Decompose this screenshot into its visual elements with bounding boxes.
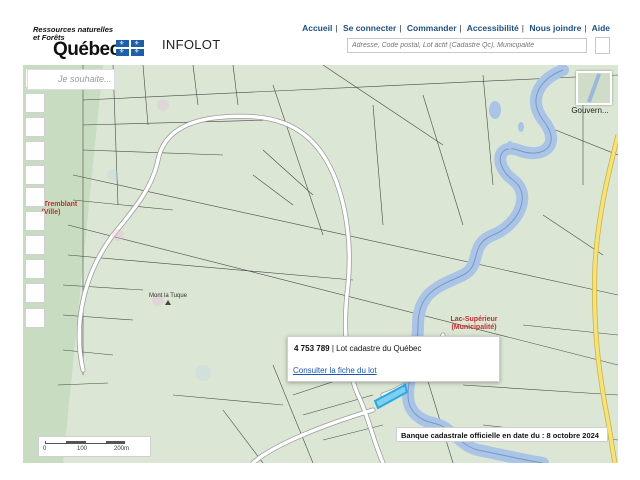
tool-button-7[interactable]: [25, 211, 45, 231]
search-input[interactable]: [347, 38, 587, 53]
tool-button-9[interactable]: [25, 259, 45, 279]
scale-tick-0: 0: [43, 446, 47, 452]
river-outline: [407, 69, 564, 463]
top-navigation: Accueil | Se connecter | Commander | Access…: [302, 23, 610, 33]
map-canvas[interactable]: Mont-Tremblant (Ville) Lac-Supérieur (Muni…: [23, 65, 618, 463]
basemap-label: Gouvern...: [571, 106, 609, 115]
search-button[interactable]: [595, 37, 610, 54]
quebec-logo[interactable]: Ressources naturelles et Forêts Québec ⚜ ⚜…: [33, 26, 145, 60]
nav-nous-joindre[interactable]: Nous joindre: [529, 23, 581, 33]
lot-description: | Lot cadastre du Québec: [329, 344, 422, 353]
decorative-blossoms: [107, 99, 211, 381]
pond: [518, 122, 524, 132]
lot-popup: 4 753 789 | Lot cadastre du Québec Consu…: [287, 336, 500, 382]
scale-graphic: [45, 441, 125, 444]
nav-aide[interactable]: Aide: [592, 23, 610, 33]
nav-accueil[interactable]: Accueil: [302, 23, 332, 33]
pond: [489, 101, 501, 119]
scale-bar: 0 100 200m: [38, 436, 151, 457]
tool-button-3[interactable]: [25, 117, 45, 137]
parcel-lines: [57, 65, 618, 463]
tool-button-5[interactable]: [25, 165, 45, 185]
wish-search-field[interactable]: Je souhaite...: [27, 69, 115, 90]
fleurdelise-flag-icon: ⚜ ⚜ ⚜ ⚜: [116, 40, 144, 56]
lot-number: 4 753 789: [294, 344, 330, 353]
nav-accessibilite[interactable]: Accessibilité: [467, 23, 519, 33]
highway: [592, 134, 618, 463]
pond: [507, 141, 513, 149]
app-title: INFOLOT: [162, 37, 221, 52]
basemap-thumbnail: [576, 71, 612, 105]
lot-sheet-link[interactable]: Consulter la fiche du lot: [293, 366, 377, 375]
tool-button-6[interactable]: [25, 187, 45, 207]
basemap-switcher[interactable]: Gouvern...: [571, 71, 612, 115]
brand-name: Québec: [53, 39, 120, 60]
lake-label-lac-superieur: Lac-Supérieur (Municipalité): [450, 316, 498, 331]
tool-button-2[interactable]: [25, 93, 45, 113]
nav-se-connecter[interactable]: Se connecter: [343, 23, 396, 33]
cadastre-date-banner: Banque cadastrale officielle en date du …: [396, 427, 608, 442]
tool-button-11[interactable]: [25, 308, 45, 328]
tool-button-10[interactable]: [25, 283, 45, 303]
river: [401, 65, 569, 463]
map-graphics: [23, 65, 618, 463]
nav-commander[interactable]: Commander: [407, 23, 457, 33]
lot-info: 4 753 789 | Lot cadastre du Québec: [294, 344, 422, 353]
scale-tick-200: 200m: [114, 446, 130, 452]
tool-button-8[interactable]: [25, 235, 45, 255]
scale-tick-100: 100: [77, 446, 88, 452]
tool-button-4[interactable]: [25, 141, 45, 161]
peak-label: Mont la Tuque: [148, 293, 188, 305]
peak-triangle-icon: [165, 300, 171, 305]
